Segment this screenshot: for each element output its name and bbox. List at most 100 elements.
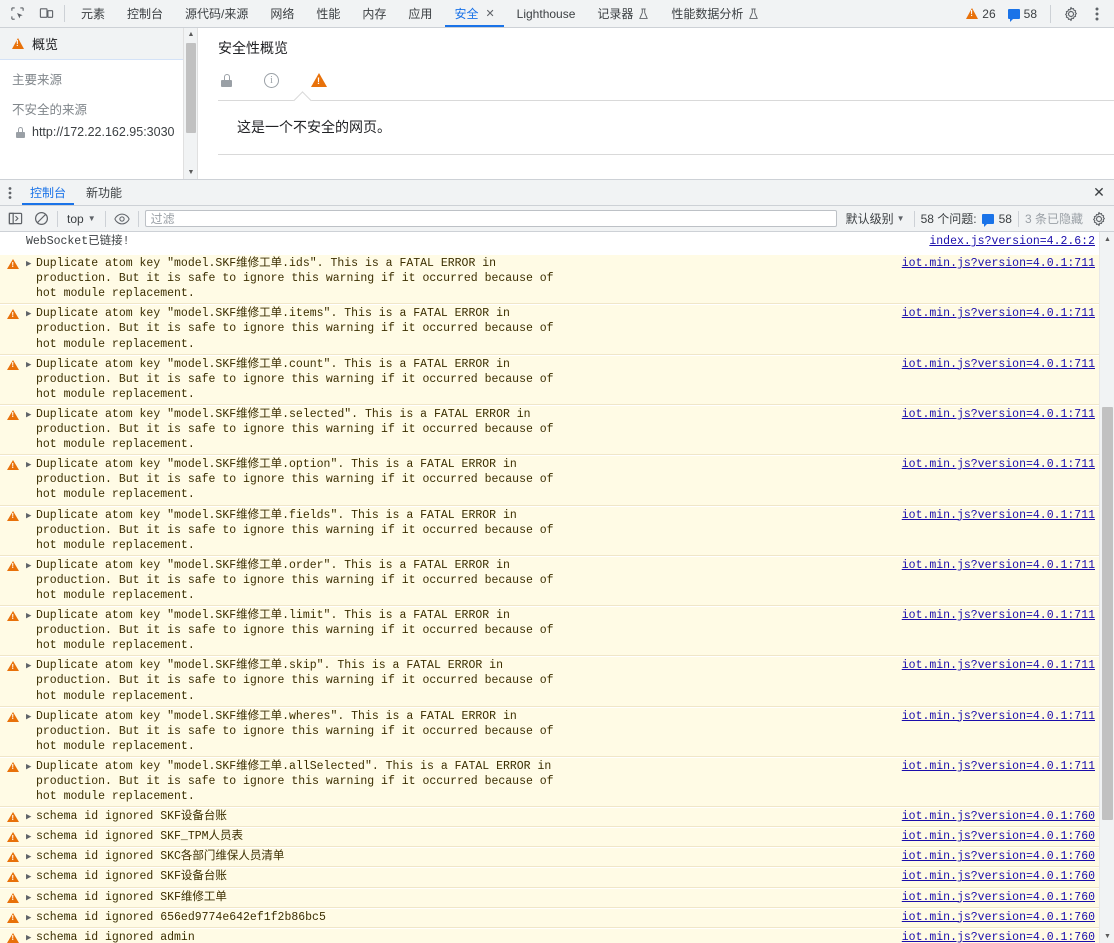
expand-triangle-icon[interactable]: ▶ (26, 758, 36, 775)
drawer-tab-whats-new[interactable]: 新功能 (76, 180, 132, 205)
console-message-row[interactable]: ▶schema id ignored SKF维修工单 iot.min.js?ver… (0, 887, 1099, 908)
kebab-menu-icon[interactable] (1086, 3, 1108, 25)
warning-count-button[interactable]: 26 (962, 7, 999, 21)
console-message-row[interactable]: ▶Duplicate atom key "model.SKF维修工单.selec… (0, 404, 1099, 456)
console-message-row[interactable]: ▶Duplicate atom key "model.SKF维修工单.ids".… (0, 254, 1099, 305)
tab-elements[interactable]: 元素 (70, 0, 116, 27)
source-link[interactable]: iot.min.js?version=4.0.1:711 (894, 507, 1099, 523)
source-link[interactable]: iot.min.js?version=4.0.1:711 (894, 406, 1099, 422)
console-message-row[interactable]: ▶schema id ignored 656ed9774e642ef1f2b86… (0, 907, 1099, 928)
source-link[interactable]: iot.min.js?version=4.0.1:760 (894, 889, 1099, 905)
source-link[interactable]: iot.min.js?version=4.0.1:711 (894, 305, 1099, 321)
tab-network[interactable]: 网络 (259, 0, 305, 27)
console-message-row[interactable]: ▶Duplicate atom key "model.SKF维修工单.items… (0, 304, 1099, 355)
tab-application[interactable]: 应用 (397, 0, 443, 27)
console-message-row[interactable]: ▶schema id ignored admin iot.min.js?versi… (0, 927, 1099, 943)
source-link[interactable]: iot.min.js?version=4.0.1:711 (894, 255, 1099, 271)
source-link[interactable]: iot.min.js?version=4.0.1:711 (894, 456, 1099, 472)
source-link[interactable]: iot.min.js?version=4.0.1:760 (894, 868, 1099, 884)
tab-sources[interactable]: 源代码/来源 (174, 0, 259, 27)
console-message-row[interactable]: ▶schema id ignored SKF设备台账 iot.min.js?ver… (0, 807, 1099, 828)
console-sidebar-icon[interactable] (5, 209, 25, 229)
source-link[interactable]: iot.min.js?version=4.0.1:760 (894, 828, 1099, 844)
expand-triangle-icon[interactable]: ▶ (26, 456, 36, 473)
expand-triangle-icon[interactable]: ▶ (26, 708, 36, 725)
source-link[interactable]: iot.min.js?version=4.0.1:711 (894, 557, 1099, 573)
sidebar-item-origin[interactable]: http://172.22.162.95:3030 (0, 120, 183, 144)
issues-summary[interactable]: 58 个问题: 58 (921, 210, 1012, 227)
console-messages-scroll-area[interactable]: WebSocket已链接!index.js?version=4.2.6:2▶Du… (0, 232, 1099, 943)
close-icon[interactable]: ✕ (1084, 180, 1114, 205)
tab-security[interactable]: 安全 ✕ (443, 0, 505, 27)
drawer-tab-console[interactable]: 控制台 (20, 180, 76, 205)
tab-lighthouse[interactable]: Lighthouse (506, 0, 587, 27)
expand-triangle-icon[interactable]: ▶ (26, 868, 36, 885)
gear-icon[interactable] (1060, 3, 1082, 25)
tab-label: 控制台 (30, 186, 67, 200)
expand-triangle-icon[interactable]: ▶ (26, 909, 36, 926)
expand-triangle-icon[interactable]: ▶ (26, 607, 36, 624)
scroll-down-arrow-icon[interactable]: ▼ (184, 166, 198, 179)
console-message-row[interactable]: ▶Duplicate atom key "model.SKF维修工单.skip"… (0, 656, 1099, 707)
source-link[interactable]: index.js?version=4.2.6:2 (921, 233, 1099, 249)
clear-console-icon[interactable] (31, 209, 51, 229)
console-message-row[interactable]: WebSocket已链接! index.js?version=4.2.6:2 (0, 232, 1099, 255)
source-link[interactable]: iot.min.js?version=4.0.1:711 (894, 657, 1099, 673)
log-level-value: 默认级别 (845, 212, 894, 226)
console-message-row[interactable]: ▶schema id ignored SKF设备台账 iot.min.js?ver… (0, 867, 1099, 888)
expand-triangle-icon[interactable]: ▶ (26, 808, 36, 825)
expand-triangle-icon[interactable]: ▶ (26, 657, 36, 674)
scroll-down-arrow-icon[interactable]: ▼ (1100, 929, 1114, 943)
console-settings-gear-icon[interactable] (1089, 209, 1109, 229)
tab-memory[interactable]: 内存 (351, 0, 397, 27)
execution-context-selector[interactable]: top ▼ (64, 212, 99, 226)
log-level-selector[interactable]: 默认级别 ▼ (843, 210, 908, 227)
console-vertical-scrollbar[interactable]: ▲ ▼ (1099, 232, 1114, 943)
console-message-row[interactable]: ▶Duplicate atom key "model.SKF维修工单.where… (0, 706, 1099, 757)
sidebar-item-overview[interactable]: 概览 (0, 28, 183, 60)
source-link[interactable]: iot.min.js?version=4.0.1:760 (894, 808, 1099, 824)
console-message-row[interactable]: ▶Duplicate atom key "model.SKF维修工单.field… (0, 505, 1099, 556)
tab-recorder[interactable]: 记录器 (586, 0, 660, 27)
console-message-row[interactable]: ▶schema id ignored SKF_TPM人员表 iot.min.js?… (0, 827, 1099, 848)
source-link[interactable]: iot.min.js?version=4.0.1:711 (894, 708, 1099, 724)
filter-input[interactable] (144, 210, 837, 227)
expand-triangle-icon[interactable]: ▶ (26, 889, 36, 906)
expand-triangle-icon[interactable]: ▶ (26, 557, 36, 574)
source-link[interactable]: iot.min.js?version=4.0.1:711 (894, 758, 1099, 774)
tab-console[interactable]: 控制台 (116, 0, 174, 27)
expand-triangle-icon[interactable]: ▶ (26, 305, 36, 322)
source-link[interactable]: iot.min.js?version=4.0.1:760 (894, 848, 1099, 864)
console-message-row[interactable]: ▶Duplicate atom key "model.SKF维修工单.order… (0, 555, 1099, 607)
expand-triangle-icon[interactable]: ▶ (26, 828, 36, 845)
kebab-menu-icon[interactable] (0, 180, 20, 205)
expand-triangle-icon[interactable]: ▶ (26, 929, 36, 943)
source-link[interactable]: iot.min.js?version=4.0.1:760 (894, 929, 1099, 943)
console-message-row[interactable]: ▶Duplicate atom key "model.SKF维修工单.count… (0, 354, 1099, 405)
scrollbar-thumb[interactable] (186, 43, 196, 133)
live-expression-icon[interactable] (112, 209, 132, 229)
lock-icon (221, 73, 232, 87)
message-count-button[interactable]: 58 (1004, 7, 1041, 22)
tab-performance-insights[interactable]: 性能数据分析 (660, 0, 770, 27)
scroll-up-arrow-icon[interactable]: ▲ (1100, 232, 1114, 246)
console-message-row[interactable]: ▶Duplicate atom key "model.SKF维修工单.limit… (0, 606, 1099, 657)
source-link[interactable]: iot.min.js?version=4.0.1:711 (894, 356, 1099, 372)
source-link[interactable]: iot.min.js?version=4.0.1:711 (894, 607, 1099, 623)
expand-triangle-icon[interactable]: ▶ (26, 406, 36, 423)
inspect-element-icon[interactable] (7, 4, 27, 24)
scroll-up-arrow-icon[interactable]: ▲ (184, 28, 198, 41)
expand-triangle-icon[interactable]: ▶ (26, 848, 36, 865)
security-sidebar-scrollbar[interactable]: ▲ ▼ (184, 28, 198, 179)
expand-triangle-icon[interactable]: ▶ (26, 356, 36, 373)
tab-performance[interactable]: 性能 (305, 0, 351, 27)
console-message-row[interactable]: ▶schema id ignored SKC各部门维保人员清单 iot.min.j… (0, 847, 1099, 868)
expand-triangle-icon[interactable]: ▶ (26, 507, 36, 524)
scrollbar-thumb[interactable] (1102, 406, 1113, 820)
console-message-row[interactable]: ▶Duplicate atom key "model.SKF维修工单.optio… (0, 455, 1099, 506)
console-message-row[interactable]: ▶Duplicate atom key "model.SKF维修工单.allSe… (0, 756, 1099, 808)
close-icon[interactable]: ✕ (485, 7, 494, 20)
source-link[interactable]: iot.min.js?version=4.0.1:760 (894, 909, 1099, 925)
device-toolbar-icon[interactable] (36, 4, 56, 24)
expand-triangle-icon[interactable]: ▶ (26, 255, 36, 272)
